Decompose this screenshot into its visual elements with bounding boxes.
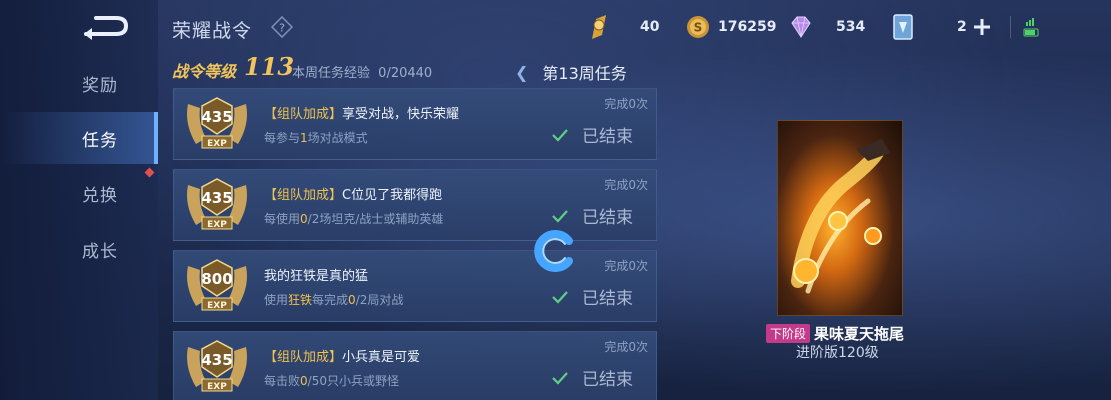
check-icon — [552, 290, 568, 304]
sidebar-item-label: 成长 — [82, 241, 118, 262]
chevron-left-icon[interactable]: ❮ — [515, 63, 528, 82]
task-status: 已结束 — [552, 203, 633, 228]
week-label: 第13周任务 — [542, 64, 627, 83]
sidebar-item-label: 奖励 — [82, 75, 118, 96]
currency-card[interactable]: 2 — [892, 12, 999, 42]
sidebar-item-label: 任务 — [82, 130, 118, 151]
signal-battery-icon — [1023, 18, 1039, 37]
plus-icon[interactable] — [973, 18, 991, 36]
weekly-xp-total: /20440 — [386, 66, 433, 81]
task-card: 435 EXP 【组队加成】享受对战，快乐荣耀 每参与1场对战模式 完成0次 已… — [173, 88, 657, 160]
battle-pass-level-value: 113 — [244, 52, 295, 81]
task-description: 每击败0/50只小兵或野怪 — [264, 374, 399, 388]
exp-badge-icon: 435 EXP — [187, 97, 247, 149]
currency-star[interactable]: 40 — [586, 12, 659, 42]
loading-spinner-icon — [534, 230, 573, 272]
back-arrow-icon — [84, 16, 129, 40]
week-selector[interactable]: ❮ 第13周任务 — [515, 60, 627, 84]
gold-coin-icon: S — [687, 16, 709, 38]
task-completion-count: 完成0次 — [604, 178, 648, 192]
help-button[interactable]: ? — [270, 15, 294, 39]
weekly-xp-label: 本周任务经验 — [292, 66, 371, 81]
svg-text:EXP: EXP — [207, 220, 227, 230]
task-completion-count: 完成0次 — [604, 97, 648, 111]
task-description: 使用狂铁每完成0/2局对战 — [264, 293, 404, 307]
star-coin-icon — [592, 15, 606, 39]
diamond-icon — [791, 16, 811, 38]
question-icon: ? — [270, 15, 294, 39]
reward-title: 果味夏天拖尾 — [814, 325, 905, 343]
task-completion-count: 完成0次 — [604, 259, 648, 273]
card-icon — [893, 14, 913, 40]
task-title: 我的狂铁是真的猛 — [264, 269, 369, 284]
sidebar-item-exchange[interactable]: 兑换 — [0, 167, 158, 219]
sidebar-item-growth[interactable]: 成长 — [0, 223, 158, 275]
battle-pass-level-label: 战令等级 — [172, 62, 237, 81]
page-title: 荣耀战令 — [172, 20, 253, 42]
check-icon — [552, 371, 568, 385]
svg-text:EXP: EXP — [207, 382, 227, 392]
sidebar-item-label: 兑换 — [82, 185, 118, 206]
task-description: 每使用0/2场坦克/战士或辅助英雄 — [264, 212, 444, 226]
reward-name: 下阶段 果味夏天拖尾 — [766, 323, 904, 344]
svg-text:435: 435 — [201, 189, 232, 207]
currency-value: 2 — [957, 19, 967, 35]
svg-text:EXP: EXP — [207, 139, 227, 149]
task-card: 800 EXP 我的狂铁是真的猛 使用狂铁每完成0/2局对战 完成0次 已结束 — [173, 250, 657, 322]
task-status: 已结束 — [552, 122, 633, 147]
currency-value: 534 — [836, 19, 866, 35]
currency-diamond[interactable]: 534 — [788, 12, 865, 42]
check-icon — [552, 209, 568, 223]
weekly-xp: 本周任务经验 0/20440 — [292, 62, 432, 81]
sidebar-item-tasks[interactable]: 任务 — [0, 112, 158, 164]
currency-value: 40 — [640, 19, 660, 35]
sidebar: 奖励 任务 兑换 成长 — [0, 0, 158, 400]
currency-gold[interactable]: S 176259 — [686, 12, 776, 42]
svg-text:?: ? — [279, 22, 285, 35]
fruit-trail-icon — [791, 139, 890, 294]
svg-text:S: S — [694, 21, 703, 35]
task-status: 已结束 — [552, 284, 633, 309]
sidebar-item-rewards[interactable]: 奖励 — [0, 57, 158, 109]
svg-text:800: 800 — [201, 270, 232, 288]
check-icon — [552, 128, 568, 142]
reward-level-requirement: 进阶版120级 — [796, 345, 879, 361]
task-title: 【组队加成】C位见了我都得跑 — [264, 188, 443, 203]
task-title: 【组队加成】享受对战，快乐荣耀 — [264, 107, 460, 122]
svg-text:435: 435 — [201, 108, 232, 126]
divider — [1010, 16, 1011, 38]
svg-text:EXP: EXP — [207, 301, 227, 311]
next-stage-badge: 下阶段 — [766, 324, 811, 343]
currency-value: 176259 — [718, 19, 777, 35]
back-button[interactable] — [78, 12, 132, 42]
exp-badge-icon: 435 EXP — [187, 178, 247, 230]
task-description: 每参与1场对战模式 — [264, 131, 368, 145]
task-status: 已结束 — [552, 365, 633, 390]
task-card: 435 EXP 【组队加成】C位见了我都得跑 每使用0/2场坦克/战士或辅助英雄… — [173, 169, 657, 241]
reward-preview-image[interactable] — [777, 120, 903, 316]
exp-badge-icon: 800 EXP — [187, 259, 247, 311]
